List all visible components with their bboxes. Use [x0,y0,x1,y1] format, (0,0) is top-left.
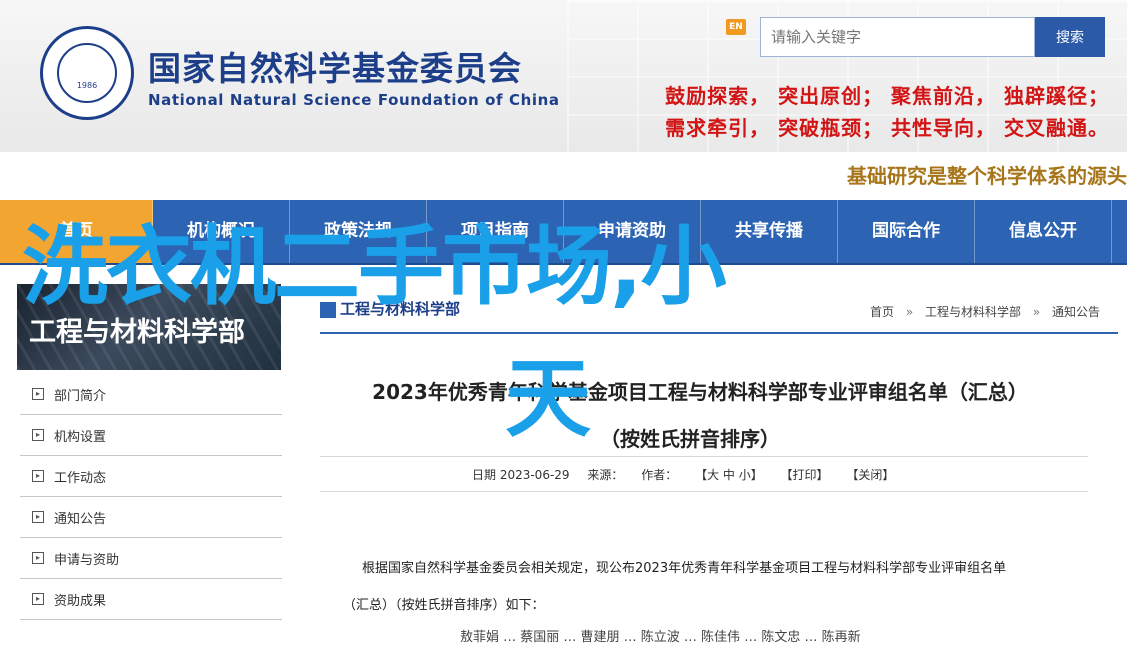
font-size-control[interactable]: 【大 中 小】 [695,468,763,482]
nav-disclosure[interactable]: 信息公开 [975,200,1112,263]
search-input[interactable] [760,17,1035,57]
arrow-box-icon: ▸ [32,429,44,441]
overlay-watermark-text: 洗衣机二手市场,小 [22,217,727,317]
sidebar-menu: ▸ 部门简介 ▸ 机构设置 ▸ 工作动态 ▸ 通知公告 ▸ 申请与资助 ▸ 资助… [20,374,282,620]
arrow-box-icon: ▸ [32,388,44,400]
sidebar-item-label: 机构设置 [54,429,107,445]
motto-line-1: 鼓励探索， 突出原创； 聚焦前沿， 独辟蹊径； [665,84,1109,108]
arrow-box-icon: ▸ [32,470,44,482]
meta-source: 来源： [587,468,624,482]
breadcrumb-separator: » [905,305,914,319]
sidebar-item-label: 通知公告 [54,511,107,527]
article-meta: 日期 2023-06-29 来源： 作者： 【大 中 小】 【打印】 【关闭】 [472,466,908,483]
breadcrumb-separator: » [1032,305,1041,319]
logo-seal-year: 1986 [76,81,98,90]
search-button[interactable]: 搜索 [1035,17,1105,57]
sidebar-item-notices[interactable]: ▸ 通知公告 [20,497,282,538]
slogan-text: 基础研究是整个科学体系的源头 [847,164,1127,188]
article-paragraph: 根据国家自然科学基金委员会相关规定，现公布2023年优秀青年科学基金项目工程与材… [362,561,1007,576]
sidebar-item-label: 申请与资助 [54,552,120,568]
arrow-box-icon: ▸ [32,511,44,523]
breadcrumb: 首页 » 工程与材料科学部 » 通知公告 [870,303,1100,320]
reviewer-names-row: 敖菲娟 … 蔡国丽 … 曹建朋 … 陈立波 … 陈佳伟 … 陈文忠 … 陈再新 [460,630,861,645]
english-version-link[interactable]: EN [726,19,746,35]
sidebar-item-intro[interactable]: ▸ 部门简介 [20,374,282,415]
sidebar-item-label: 部门简介 [54,388,107,404]
sidebar-item-structure[interactable]: ▸ 机构设置 [20,415,282,456]
overlay-watermark-text-2: 天 [505,349,591,449]
sidebar-item-results[interactable]: ▸ 资助成果 [20,579,282,620]
close-link[interactable]: 【关闭】 [846,468,894,482]
sidebar-item-label: 资助成果 [54,593,107,609]
sidebar-item-label: 工作动态 [54,470,107,486]
arrow-box-icon: ▸ [32,552,44,564]
divider [320,491,1088,492]
org-name-cn[interactable]: 国家自然科学基金委员会 [148,42,522,90]
org-name-en[interactable]: National Natural Science Foundation of C… [148,91,560,109]
breadcrumb-department[interactable]: 工程与材料科学部 [925,305,1021,319]
article-paragraph: （汇总）（按姓氏拼音排序）如下： [343,598,545,613]
arrow-box-icon: ▸ [32,593,44,605]
nsfc-logo-seal[interactable]: 1986 [40,26,134,120]
divider [320,456,1088,457]
nav-international[interactable]: 国际合作 [838,200,975,263]
print-link[interactable]: 【打印】 [781,468,829,482]
site-header: 1986 国家自然科学基金委员会 National Natural Scienc… [0,0,1127,152]
logo-inner-ring [57,43,117,103]
article-subtitle: （按姓氏拼音排序） [600,427,780,451]
sidebar-item-funding[interactable]: ▸ 申请与资助 [20,538,282,579]
sidebar-item-news[interactable]: ▸ 工作动态 [20,456,282,497]
breadcrumb-home[interactable]: 首页 [870,305,894,319]
motto-line-2: 需求牵引， 突破瓶颈； 共性导向， 交叉融通。 [665,116,1109,140]
breadcrumb-notices[interactable]: 通知公告 [1052,305,1100,319]
meta-date: 日期 2023-06-29 [472,468,570,482]
article-title: 2023年优秀青年科学基金项目工程与材料科学部专业评审组名单（汇总） [372,380,1028,404]
meta-author: 作者： [641,468,678,482]
